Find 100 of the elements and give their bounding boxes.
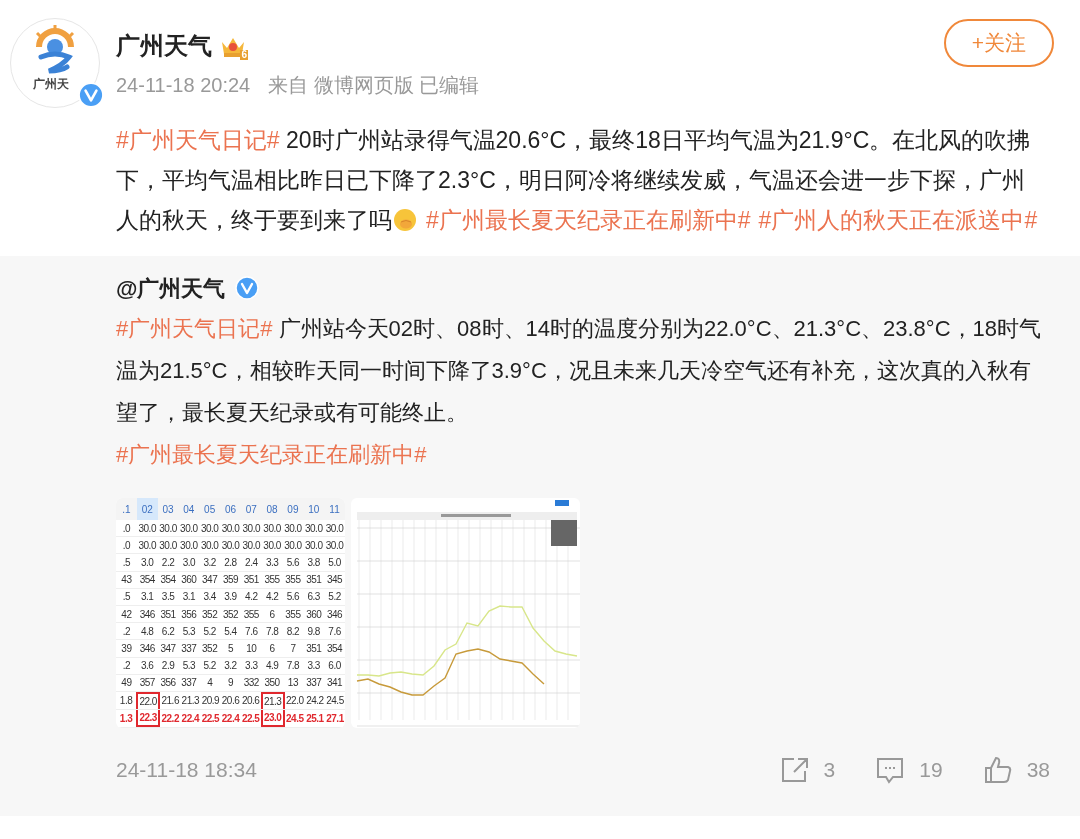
table-cell-text: 3.5 <box>160 590 176 605</box>
column-header[interactable]: 07 <box>240 498 262 520</box>
table-cell-text: 7.8 <box>285 659 301 674</box>
table-cell-text: 2.8 <box>223 556 238 570</box>
table-cell-text: 30.0 <box>158 521 178 536</box>
table-cell-text: 5.4 <box>223 624 238 639</box>
post-text: #广州天气日记# 20时广州站录得气温20.6°C，最终18日平均气温为21.9°C。在北风的吹拂下，平均气温相比昨日已下降了2.3°C，明日阿冷将继续发威，气温还会进一步下探，广州人的秋天，终于要到来了吗 #广州最长夏天纪录正在刷新中# #广州人的秋天正在派送中# <box>116 126 1039 235</box>
table-cell-text: 5.2 <box>202 659 217 674</box>
table-cell-text: 5.3 <box>181 624 197 639</box>
table-cell-text: 30.0 <box>158 538 178 553</box>
table-cell-text: 10 <box>245 642 258 656</box>
table-cell-text: 357 <box>138 676 156 691</box>
table-cell-text: 345 <box>325 573 344 588</box>
table-cell-text: .0 <box>121 521 132 536</box>
table-cell-text: 1.8 <box>118 694 134 709</box>
table-cell-text: 30.0 <box>137 521 157 536</box>
table-cell-text: 351 <box>242 573 260 588</box>
table-cell-text: .5 <box>121 590 132 605</box>
table-screenshot[interactable] <box>116 498 345 728</box>
table-cell-text: 13 <box>286 676 299 691</box>
table-cell-text: 22.5 <box>240 712 261 727</box>
table-cell-text: .0 <box>121 538 132 553</box>
table-cell-text: 3.0 <box>181 556 197 570</box>
author-name[interactable]: 广州天气 <box>116 28 212 64</box>
table-cell-text: 352 <box>201 642 219 656</box>
table-cell-text: 5 <box>226 642 234 656</box>
repost-button[interactable]: 3 <box>779 754 836 786</box>
column-header[interactable]: 02 <box>136 498 158 520</box>
table-cell-text: 347 <box>201 573 219 588</box>
table-cell-text: 352 <box>221 607 240 622</box>
table-cell-text: 2.2 <box>160 556 176 570</box>
table-cell-text: 49 <box>120 676 133 691</box>
like-icon <box>982 754 1013 785</box>
column-header[interactable]: 04 <box>178 498 200 520</box>
column-header[interactable]: 09 <box>282 498 304 520</box>
table-cell-text: 346 <box>325 607 344 622</box>
table-cell-text: 5.6 <box>285 556 301 570</box>
hashtag-link[interactable]: #广州最长夏天纪录正在刷新中# <box>426 207 751 233</box>
hashtag-link[interactable]: #广州人的秋天正在派送中# <box>758 207 1038 233</box>
chart-screenshot[interactable] <box>351 498 580 728</box>
table-cell-text: 22.4 <box>180 712 201 727</box>
avatar-caption: 广州天 <box>33 76 69 93</box>
table-cell-text: 3.3 <box>306 659 321 674</box>
table-cell-text: 22.0 <box>285 694 305 709</box>
table-cell-text: 351 <box>159 607 177 622</box>
column-header[interactable]: .1 <box>116 498 137 520</box>
table-cell-text: 350 <box>263 676 281 691</box>
table-cell-text: 346 <box>138 642 156 656</box>
table-cell-text: 337 <box>180 642 198 656</box>
table-cell-text: 3.9 <box>223 590 238 605</box>
table-cell-text: 30.0 <box>179 538 199 553</box>
follow-button[interactable]: +关注 <box>944 19 1054 67</box>
table-cell-text: 4 <box>206 676 214 691</box>
table-cell-text: 9 <box>226 676 234 691</box>
avatar[interactable]: 广州天 <box>10 18 100 108</box>
table-cell-text: .2 <box>121 659 132 674</box>
table-cell-text: 3.1 <box>140 590 155 605</box>
table-cell-text: 8.2 <box>285 624 301 639</box>
table-cell-text: 30.0 <box>304 521 324 536</box>
table-cell-text: 24.2 <box>305 694 325 709</box>
table-cell-text: 7.8 <box>264 624 280 639</box>
table-cell-text: 3.3 <box>244 659 259 674</box>
table-cell: 21.3 <box>260 692 285 710</box>
column-header[interactable]: 11 <box>324 498 345 520</box>
column-header[interactable]: 03 <box>157 498 179 520</box>
table-cell-text: 332 <box>242 676 260 691</box>
column-header[interactable]: 08 <box>261 498 283 520</box>
table-cell-text: 341 <box>325 676 344 691</box>
table-cell-text: 355 <box>263 573 281 588</box>
table-cell-text: 359 <box>221 573 240 588</box>
emoji-icon <box>393 208 417 232</box>
hashtag-link[interactable]: #广州天气日记# <box>116 316 273 341</box>
table-cell-text: 356 <box>180 607 198 622</box>
post-time[interactable]: 24-11-18 20:24 <box>116 70 251 100</box>
tooltip-panel <box>551 520 577 546</box>
table-cell-text: 6.2 <box>160 624 176 639</box>
table-cell-text: 354 <box>325 642 344 656</box>
table-cell-text: 24.5 <box>285 712 305 727</box>
table-cell-text: 4.2 <box>244 590 259 605</box>
column-header[interactable]: 06 <box>220 498 241 520</box>
table-cell-text: 346 <box>138 607 156 622</box>
table-cell-text: 337 <box>305 676 323 691</box>
table-cell-text: 22.4 <box>220 712 241 727</box>
hashtag-link[interactable]: #广州天气日记# <box>116 127 280 153</box>
table-cell-text: 355 <box>284 607 302 622</box>
table-cell-text: 30.0 <box>283 521 303 536</box>
table-cell-text: 356 <box>159 676 177 691</box>
table-cell-text: 24.5 <box>325 694 345 709</box>
post-text: #广州天气日记# 广州站今天02时、08时、14时的温度分别为22.0°C、21.3°C、23.8°C，18时气温为21.5°C，相较昨天同一时间下降了3.9°C，况且未来几天冷空气还有补充，这次真的入秋有望了，最长夏天纪录或有可能终止。 <box>116 315 1042 427</box>
repost-author-link[interactable]: @广州天气 <box>116 271 226 305</box>
table-cell-text: 360 <box>305 607 323 622</box>
share-icon <box>779 755 810 784</box>
repost-time[interactable]: 24-11-18 18:34 <box>116 754 780 786</box>
column-header[interactable]: 10 <box>303 498 325 520</box>
table-cell-text: 1.3 <box>118 712 134 727</box>
column-header[interactable]: 05 <box>199 498 221 520</box>
comment-button[interactable]: 19 <box>875 754 943 786</box>
hashtag-link[interactable]: #广州最长夏天纪录正在刷新中# <box>116 442 427 467</box>
table-cell-text: 42 <box>120 607 133 622</box>
like-button[interactable]: 38 <box>982 754 1050 786</box>
